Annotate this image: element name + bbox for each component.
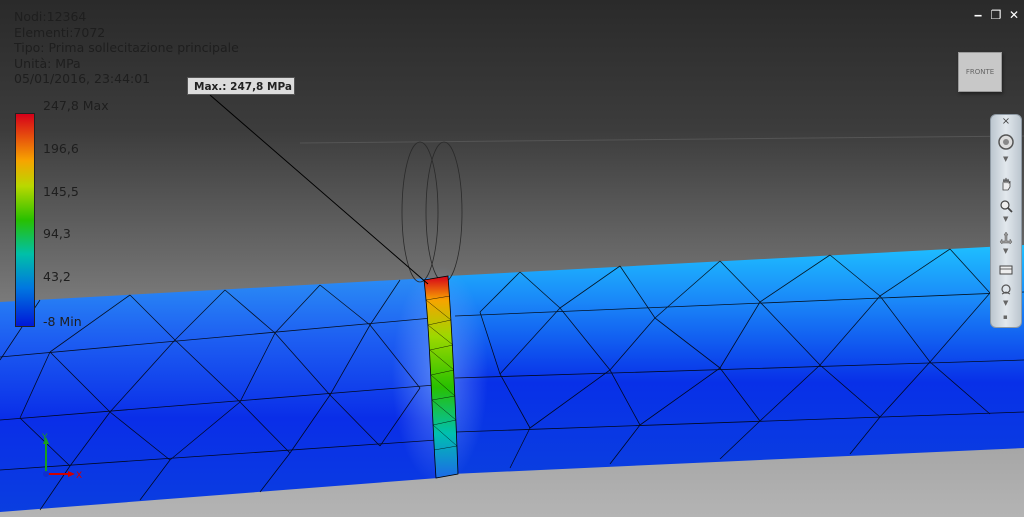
viewcube-face-label: FRONTE [965, 68, 995, 76]
result-type: Tipo: Prima sollecitazione principale [14, 40, 239, 56]
orbit-icon[interactable] [996, 229, 1016, 247]
chevron-down-icon[interactable]: ▼ [1003, 247, 1008, 255]
viewcube[interactable]: FRONTE [958, 52, 1002, 92]
element-count: Elementi:7072 [14, 24, 106, 40]
pipe-right [448, 245, 1024, 474]
wireframe-rings [401, 141, 463, 283]
orbit-center-icon[interactable] [996, 281, 1016, 299]
legend-label-min: -8 Min [43, 314, 82, 329]
legend-label-4: 94,3 [43, 226, 71, 241]
axis-triad: Y X [41, 433, 82, 481]
max-leader-line [209, 94, 429, 285]
look-at-icon[interactable] [996, 261, 1016, 279]
chevron-down-icon[interactable]: ▼ [1003, 299, 1008, 307]
minimize-button[interactable]: ‒ [972, 8, 984, 22]
analysis-info: Nodi:12364 Elementi:7072 Tipo: Prima sol… [14, 9, 239, 87]
node-count: Nodi:12364 [14, 9, 87, 24]
max-probe-label[interactable]: Max.: 247,8 MPa [187, 77, 295, 95]
horizon-line [299, 135, 1024, 144]
chevron-down-icon[interactable]: ▼ [1003, 215, 1008, 223]
zoom-icon[interactable] [996, 197, 1016, 215]
chevron-down-icon[interactable]: ▼ [1003, 155, 1008, 163]
steering-wheel-icon[interactable] [996, 133, 1016, 151]
legend-label-3: 145,5 [43, 184, 79, 199]
navbar-options-icon[interactable]: ▪ [1003, 313, 1008, 321]
navigation-bar: × ▼ ▼ ▼ ▼ ▪ [990, 114, 1022, 328]
legend-label-max: 247,8 Max [43, 98, 109, 113]
color-legend-bar [15, 113, 35, 327]
restore-button[interactable]: ❐ [990, 8, 1002, 22]
result-unit: Unità: MPa [14, 55, 81, 71]
graphics-viewport[interactable]: Nodi:12364 Elementi:7072 Tipo: Prima sol… [0, 0, 1024, 517]
pan-icon[interactable] [996, 175, 1016, 193]
legend-label-2: 196,6 [43, 141, 79, 156]
axis-x-label: X [76, 471, 82, 481]
navbar-close-icon[interactable]: × [996, 115, 1016, 127]
legend-label-5: 43,2 [43, 269, 71, 284]
window-controls: ‒ ❐ ✕ [972, 8, 1020, 22]
close-button[interactable]: ✕ [1008, 8, 1020, 22]
axis-y-label: Y [41, 433, 48, 443]
